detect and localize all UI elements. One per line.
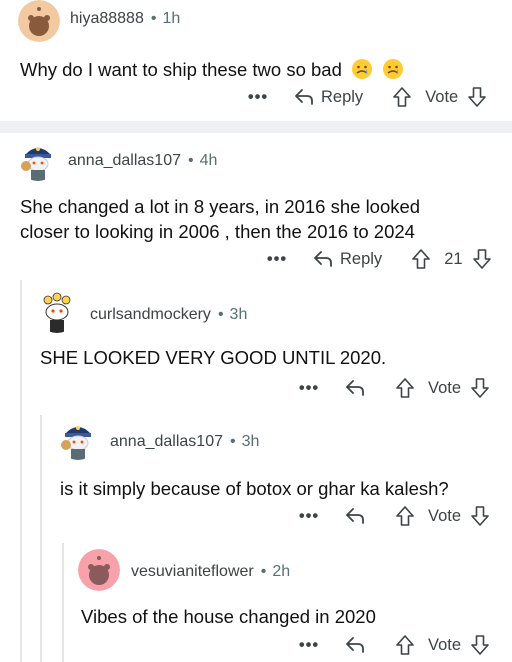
comment-age: 3h bbox=[241, 433, 260, 450]
comment-meta: curlsandmockery • 3h bbox=[90, 306, 247, 324]
comment-actions: ••• Reply Vote bbox=[247, 83, 488, 111]
comment-text: SHE LOOKED VERY GOOD UNTIL 2020. bbox=[40, 345, 386, 370]
reply-arrow-icon bbox=[314, 251, 332, 267]
comment-anna-dallas107: anna_dallas107 • 4h She changed a lot in 8… bbox=[0, 133, 512, 273]
separator-dot: • bbox=[150, 10, 157, 27]
username[interactable]: vesuvianiteflower bbox=[131, 563, 254, 580]
comment-meta: vesuvianiteflower • 2h bbox=[131, 563, 290, 581]
downvote-icon[interactable] bbox=[469, 377, 491, 399]
reply-button[interactable] bbox=[344, 506, 366, 526]
snoo-avatar-icon bbox=[18, 0, 60, 42]
comment-meta: anna_dallas107 • 3h bbox=[110, 433, 259, 451]
more-options-icon[interactable]: ••• bbox=[298, 379, 320, 398]
snoo-captain-avatar-icon bbox=[17, 139, 59, 181]
snoo-captain-avatar-icon bbox=[57, 418, 99, 460]
downvote-icon[interactable] bbox=[469, 634, 491, 656]
username[interactable]: hiya88888 bbox=[70, 10, 144, 27]
avatar[interactable] bbox=[78, 549, 120, 591]
comment-line: Why do I want to ship these two so bad bbox=[20, 59, 342, 80]
comment-text: Vibes of the house changed in 2020 bbox=[81, 604, 376, 629]
comment-age: 4h bbox=[199, 152, 218, 169]
comment-actions: ••• Vote bbox=[298, 502, 491, 530]
comment-hiya88888: hiya88888 • 1h Why do I want to ship these… bbox=[0, 0, 512, 120]
comment-age: 2h bbox=[272, 563, 291, 580]
separator-dot: • bbox=[230, 433, 236, 450]
upvote-icon[interactable] bbox=[394, 634, 416, 656]
snoo-curly-avatar-icon bbox=[36, 291, 78, 333]
downvote-icon[interactable] bbox=[471, 248, 493, 270]
comment-line: is it simply because of botox or ghar ka… bbox=[60, 478, 449, 499]
comment-actions: ••• Reply 21 bbox=[266, 245, 493, 273]
upvote-icon[interactable] bbox=[394, 505, 416, 527]
comment-anna-dallas107-reply: anna_dallas107 • 3h is it simply because o… bbox=[0, 412, 512, 540]
avatar[interactable] bbox=[18, 0, 60, 42]
more-options-icon[interactable]: ••• bbox=[266, 250, 288, 269]
vote-count: Vote bbox=[428, 378, 462, 397]
downvote-icon[interactable] bbox=[466, 86, 488, 108]
reply-arrow-icon bbox=[295, 89, 313, 105]
downvote-icon[interactable] bbox=[469, 505, 491, 527]
vote-count: 21 bbox=[444, 249, 463, 268]
username[interactable]: anna_dallas107 bbox=[110, 433, 223, 450]
reply-button[interactable]: Reply bbox=[293, 87, 363, 107]
comment-line: Vibes of the house changed in 2020 bbox=[81, 606, 376, 627]
upvote-icon[interactable] bbox=[391, 86, 413, 108]
upvote-icon[interactable] bbox=[410, 248, 432, 270]
comment-actions: ••• Vote bbox=[298, 374, 491, 402]
reply-label: Reply bbox=[321, 87, 364, 106]
crying-face-icon bbox=[383, 59, 404, 79]
more-options-icon[interactable]: ••• bbox=[298, 507, 320, 526]
vote-count: Vote bbox=[428, 506, 462, 525]
reply-arrow-icon bbox=[346, 508, 364, 524]
vote-count: Vote bbox=[425, 87, 459, 106]
snoo-avatar-icon bbox=[78, 549, 120, 591]
comment-curlsandmockery: curlsandmockery • 3h SHE LOOKED VERY GOOD … bbox=[0, 285, 512, 410]
separator-dot: • bbox=[188, 152, 194, 169]
separator-dot: • bbox=[260, 563, 267, 580]
upvote-icon[interactable] bbox=[394, 377, 416, 399]
username[interactable]: anna_dallas107 bbox=[68, 152, 181, 169]
crying-face-icon bbox=[352, 59, 373, 79]
comment-vesuvianiteflower: vesuvianiteflower • 2h Vibes of the house … bbox=[0, 541, 512, 662]
comment-line: SHE LOOKED VERY GOOD UNTIL 2020. bbox=[40, 347, 387, 368]
more-options-icon[interactable]: ••• bbox=[247, 88, 269, 107]
comment-meta: hiya88888 • 1h bbox=[70, 10, 180, 28]
comment-age: 1h bbox=[162, 10, 181, 27]
vote-count: Vote bbox=[428, 635, 462, 654]
separator-dot: • bbox=[217, 306, 224, 323]
reply-button[interactable] bbox=[344, 635, 366, 655]
avatar[interactable] bbox=[36, 291, 78, 333]
comment-meta: anna_dallas107 • 4h bbox=[68, 152, 217, 170]
comment-text: Why do I want to ship these two so bad bbox=[20, 57, 404, 82]
comment-divider bbox=[0, 121, 512, 133]
reply-label: Reply bbox=[340, 249, 383, 268]
comment-line: She changed a lot in 8 years, in 2016 sh… bbox=[20, 196, 421, 217]
comment-text: is it simply because of botox or ghar ka… bbox=[60, 476, 449, 501]
more-options-icon[interactable]: ••• bbox=[298, 636, 320, 655]
comment-text: She changed a lot in 8 years, in 2016 sh… bbox=[20, 194, 420, 244]
comment-actions: ••• Vote bbox=[298, 631, 491, 659]
comment-line: closer to looking in 2006 , then the 201… bbox=[20, 221, 415, 242]
reply-button[interactable]: Reply bbox=[312, 249, 382, 269]
avatar[interactable] bbox=[57, 418, 99, 460]
reply-arrow-icon bbox=[346, 637, 364, 653]
avatar[interactable] bbox=[17, 139, 59, 181]
username[interactable]: curlsandmockery bbox=[90, 306, 211, 323]
reply-button[interactable] bbox=[344, 378, 366, 398]
reply-arrow-icon bbox=[346, 380, 364, 396]
comment-age: 3h bbox=[229, 306, 248, 323]
